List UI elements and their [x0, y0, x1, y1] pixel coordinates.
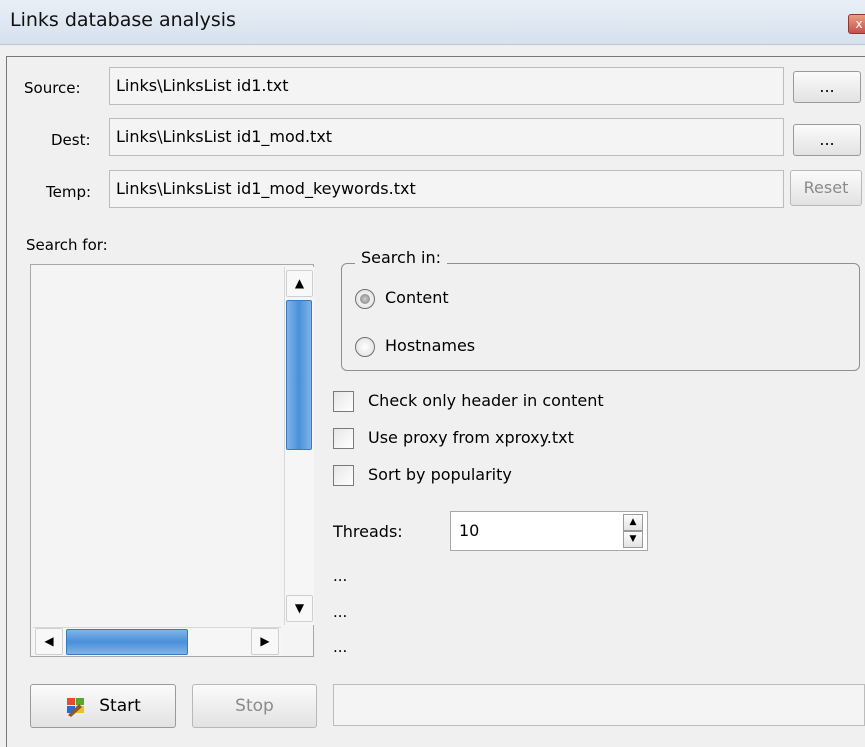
search-for-label: Search for:	[26, 236, 108, 254]
scroll-down-button[interactable]: ▼	[286, 595, 313, 622]
source-browse-button[interactable]: ...	[793, 71, 861, 103]
start-button-label: Start	[99, 696, 141, 716]
search-for-list[interactable]	[30, 264, 314, 657]
source-label: Source:	[24, 79, 81, 97]
check-header-checkbox[interactable]	[333, 391, 354, 412]
content-radio[interactable]	[355, 289, 375, 309]
close-button[interactable]: x	[848, 14, 865, 34]
temp-label: Temp:	[46, 183, 92, 201]
vertical-scrollbar[interactable]: ▲ ▼	[284, 267, 314, 625]
use-proxy-checkbox[interactable]	[333, 428, 354, 449]
status-line-2: ...	[333, 603, 348, 621]
links-analysis-window: Links database analysis x Source: Links\…	[0, 0, 865, 747]
search-in-legend: Search in:	[355, 248, 448, 267]
scroll-right-icon: ▶	[260, 634, 270, 648]
scroll-left-icon: ◀	[44, 634, 54, 648]
dest-label: Dest:	[51, 131, 91, 149]
status-text-box	[333, 684, 865, 726]
threads-decrement-button[interactable]: ▼	[623, 531, 643, 548]
temp-path-field[interactable]: Links\LinksList id1_mod_keywords.txt	[109, 170, 784, 208]
stop-button[interactable]: Stop	[192, 684, 317, 728]
sort-popularity-checkbox[interactable]	[333, 465, 354, 486]
frame-border-left	[6, 56, 7, 747]
radio-selected-dot	[360, 294, 370, 304]
status-line-3: ...	[333, 638, 348, 656]
source-path-field[interactable]: Links\LinksList id1.txt	[109, 67, 784, 105]
hostnames-radio[interactable]	[355, 337, 375, 357]
scroll-up-button[interactable]: ▲	[286, 270, 313, 297]
reset-button[interactable]: Reset	[790, 170, 862, 206]
dest-browse-button[interactable]: ...	[793, 124, 861, 156]
spin-down-icon: ▼	[629, 534, 637, 544]
scroll-up-icon: ▲	[294, 276, 305, 290]
scroll-left-button[interactable]: ◀	[35, 628, 63, 655]
hostnames-radio-label[interactable]: Hostnames	[385, 336, 475, 355]
window-title: Links database analysis	[10, 9, 236, 31]
scroll-right-button[interactable]: ▶	[251, 628, 279, 655]
title-bar: Links database analysis x	[0, 0, 865, 45]
start-icon	[67, 698, 85, 717]
sort-popularity-label[interactable]: Sort by popularity	[368, 465, 512, 484]
dest-path-field[interactable]: Links\LinksList id1_mod.txt	[109, 118, 784, 156]
spin-up-icon: ▲	[629, 517, 637, 527]
use-proxy-label[interactable]: Use proxy from xproxy.txt	[368, 428, 574, 447]
status-line-1: ...	[333, 567, 348, 585]
start-button[interactable]: Start	[30, 684, 176, 728]
threads-value[interactable]: 10	[459, 521, 479, 540]
horizontal-scroll-thumb[interactable]	[66, 629, 188, 655]
threads-spinbox[interactable]: 10 ▲ ▼	[450, 511, 648, 551]
horizontal-scrollbar[interactable]: ◀ ▶	[33, 627, 281, 656]
check-header-label[interactable]: Check only header in content	[368, 391, 604, 410]
vertical-scroll-thumb[interactable]	[286, 300, 312, 450]
frame-border-top	[6, 56, 865, 57]
close-icon: x	[855, 17, 863, 31]
scroll-down-icon: ▼	[294, 601, 305, 615]
threads-label: Threads:	[333, 522, 403, 541]
content-radio-label[interactable]: Content	[385, 288, 449, 307]
threads-increment-button[interactable]: ▲	[623, 514, 643, 531]
